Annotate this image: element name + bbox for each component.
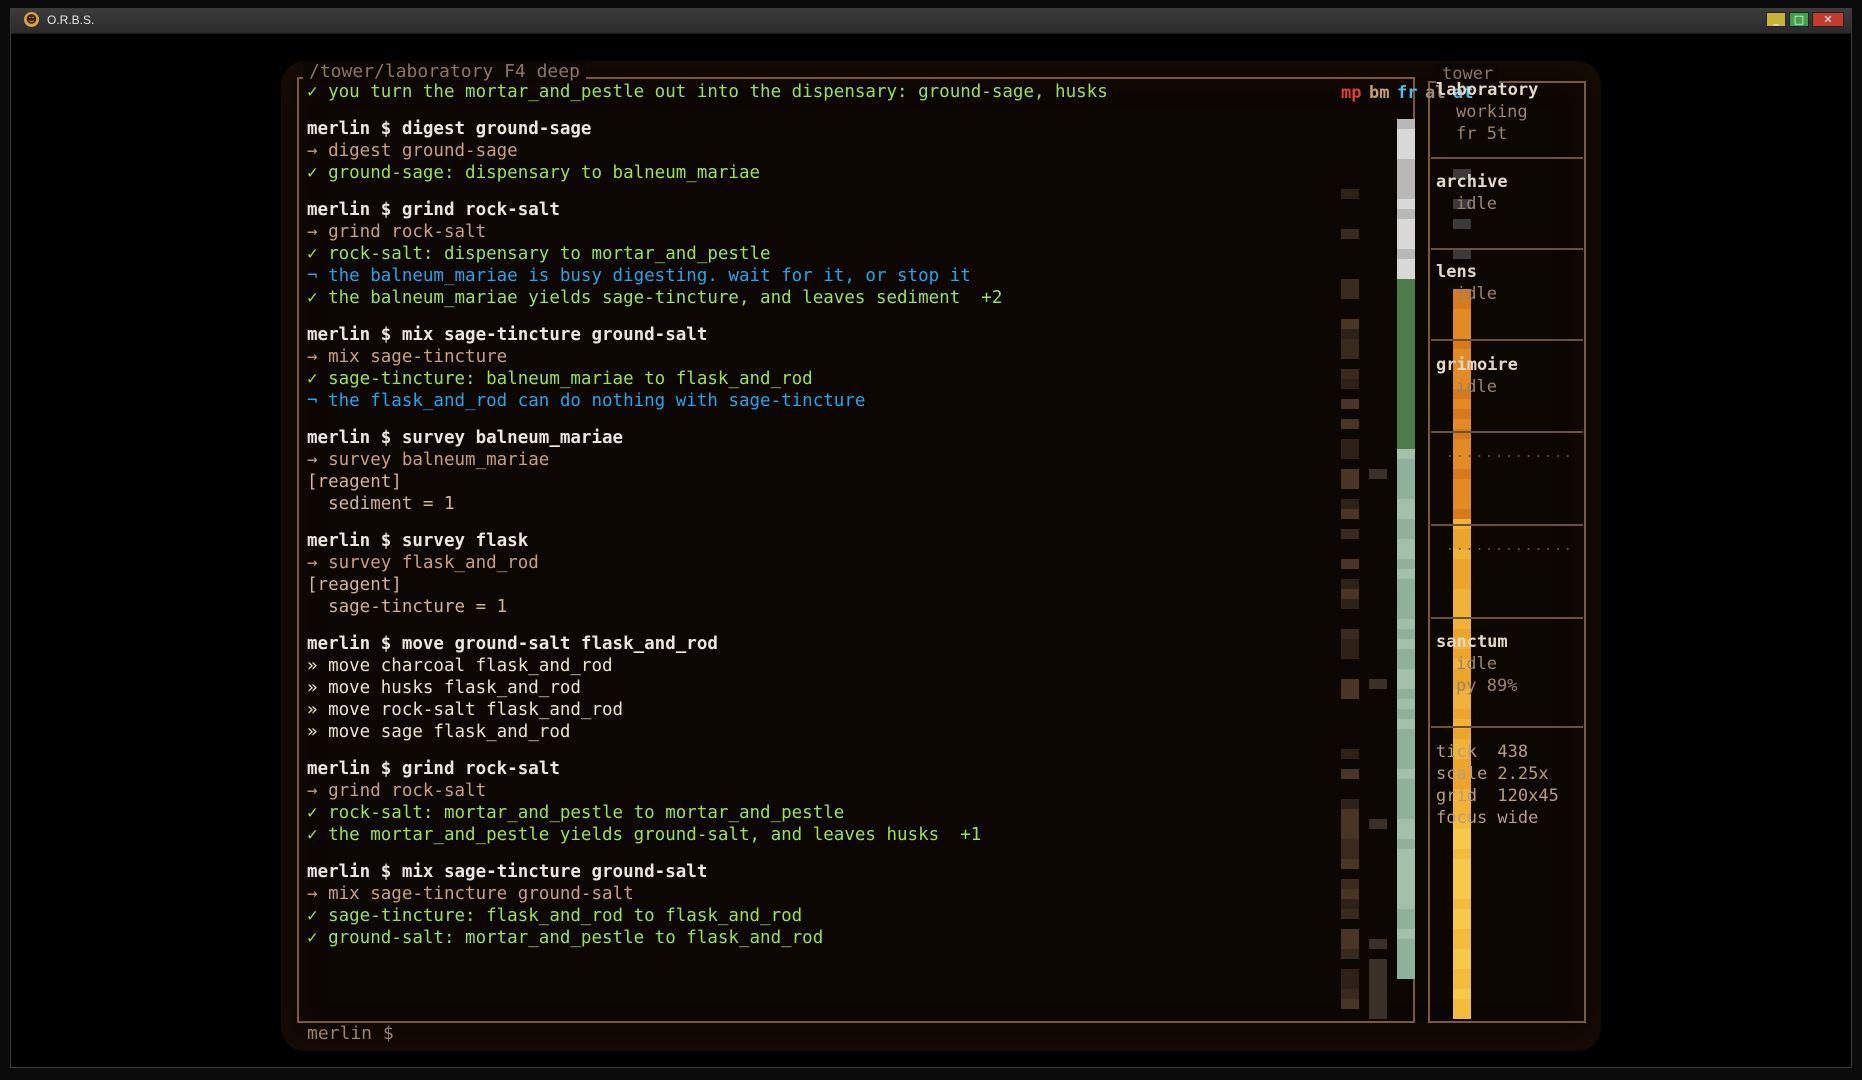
sidebar-empty-slot: ............. <box>1446 539 1574 554</box>
log-line-cmd: merlin $ grind rock-salt <box>307 759 560 779</box>
log-spacer <box>307 743 1247 758</box>
window-title: O.R.B.S. <box>47 13 95 27</box>
sidebar-section-status: fr 5t <box>1456 124 1508 144</box>
sidebar-section-title: grimoire <box>1436 355 1518 375</box>
log-line-plain: [reagent] <box>307 472 402 492</box>
terminal-screen: /tower/laboratory F4 deep tower ✓ you tu… <box>281 61 1601 1051</box>
log-line-move: » move rock-salt flask_and_rod <box>307 700 624 720</box>
log-spacer <box>307 846 1247 861</box>
sidebar-section-title: archive <box>1436 172 1508 192</box>
sidebar-section-title: sanctum <box>1436 632 1508 652</box>
close-button[interactable]: ✕ <box>1812 12 1844 27</box>
app-window: ☻ O.R.B.S. _ □ ✕ /tower/laboratory F4 de… <box>10 8 1852 1068</box>
log-line-ok: ✓ rock-salt: mortar_and_pestle to mortar… <box>307 803 845 823</box>
sidebar-empty-slot: ............. <box>1446 446 1574 461</box>
path-label: /tower/laboratory F4 deep <box>303 61 586 82</box>
log-spacer <box>307 515 1247 530</box>
meter-panel: mp bm fr al at <box>1341 83 1473 1019</box>
meter-column-bm <box>1369 119 1387 1019</box>
sidebar-section-title: laboratory <box>1436 80 1539 100</box>
log-spacer <box>307 618 1247 633</box>
app-icon: ☻ <box>24 12 39 27</box>
log-line-echo: → survey balneum_mariae <box>307 450 550 470</box>
stats-block: tick 438 scale 2.25x grid 120x45 focus wide <box>1436 741 1559 829</box>
meter-label-mp: mp <box>1341 83 1362 103</box>
log-spacer <box>307 412 1247 427</box>
minimize-button[interactable]: _ <box>1766 12 1786 27</box>
sidebar-section-archive[interactable]: archive idle <box>1436 171 1584 215</box>
stat-line: grid 120x45 <box>1436 786 1559 806</box>
sidebar-section-sanctum[interactable]: sanctum idle py 89% <box>1436 631 1584 697</box>
sidebar-divider <box>1431 157 1583 159</box>
sidebar-divider <box>1431 617 1583 619</box>
log-spacer <box>307 103 1247 118</box>
log-line-plain: [reagent] <box>307 575 402 595</box>
log-line-ok: ✓ you turn the mortar_and_pestle out int… <box>307 82 1108 102</box>
maximize-button[interactable]: □ <box>1789 12 1809 27</box>
log-line-move: » move charcoal flask_and_rod <box>307 656 613 676</box>
log-line-cmd: merlin $ grind rock-salt <box>307 200 560 220</box>
sidebar-divider <box>1431 339 1583 341</box>
log-line-ok: ✓ the mortar_and_pestle yields ground-sa… <box>307 825 982 845</box>
meter-column-al <box>1425 119 1443 1019</box>
log-line-plain: sage-tincture = 1 <box>307 597 508 617</box>
sidebar-section-laboratory[interactable]: laboratory working fr 5t <box>1436 79 1584 145</box>
sidebar-section-status: working <box>1456 102 1528 122</box>
sidebar-section-status: idle <box>1456 194 1497 214</box>
meter-column-mp <box>1341 119 1359 1019</box>
log-line-cmd: merlin $ move ground-salt flask_and_rod <box>307 634 718 654</box>
meter-label-fr: fr <box>1397 83 1418 103</box>
sidebar-section-title: lens <box>1436 262 1477 282</box>
log-line-echo: → grind rock-salt <box>307 781 487 801</box>
stat-line: scale 2.25x <box>1436 764 1549 784</box>
sidebar-divider <box>1431 248 1583 250</box>
log-line-ok: ✓ ground-salt: mortar_and_pestle to flas… <box>307 928 824 948</box>
log-line-echo: → mix sage-tincture <box>307 347 508 367</box>
sidebar-section-status: py 89% <box>1456 676 1518 696</box>
log-line-ok: ✓ ground-sage: dispensary to balneum_mar… <box>307 163 761 183</box>
sidebar-divider <box>1431 524 1583 526</box>
log-line-echo: → digest ground-sage <box>307 141 518 161</box>
log-line-warn: ¬ the balneum_mariae is busy digesting. … <box>307 266 971 286</box>
sidebar-section-status: idle <box>1456 654 1497 674</box>
log-line-move: » move husks flask_and_rod <box>307 678 581 698</box>
log-line-echo: → grind rock-salt <box>307 222 487 242</box>
log-line-cmd: merlin $ survey flask <box>307 531 529 551</box>
stat-line: focus wide <box>1436 808 1539 828</box>
log-line-warn: ¬ the flask_and_rod can do nothing with … <box>307 391 866 411</box>
log-line-cmd: merlin $ digest ground-sage <box>307 119 592 139</box>
log-line-plain: sediment = 1 <box>307 494 455 514</box>
log-output[interactable]: ✓ you turn the mortar_and_pestle out int… <box>307 81 1247 1021</box>
stat-line: tick 438 <box>1436 742 1529 762</box>
log-line-ok: ✓ sage-tincture: flask_and_rod to flask_… <box>307 906 803 926</box>
meter-column-fr <box>1397 119 1415 1019</box>
sidebar-section-status: idle <box>1456 377 1497 397</box>
sidebar-section-status: idle <box>1456 284 1497 304</box>
log-line-cmd: merlin $ mix sage-tincture ground-salt <box>307 862 708 882</box>
log-line-ok: ✓ sage-tincture: balneum_mariae to flask… <box>307 369 813 389</box>
sidebar-divider <box>1431 726 1583 728</box>
title-bar[interactable]: ☻ O.R.B.S. _ □ ✕ <box>11 9 1851 34</box>
sidebar-section-lens[interactable]: lens idle <box>1436 261 1584 305</box>
command-prompt[interactable]: merlin $ <box>307 1023 394 1044</box>
log-spacer <box>307 184 1247 199</box>
log-line-cmd: merlin $ survey balneum_mariae <box>307 428 624 448</box>
log-line-echo: → mix sage-tincture ground-salt <box>307 884 634 904</box>
log-line-ok: ✓ rock-salt: dispensary to mortar_and_pe… <box>307 244 771 264</box>
log-line-cmd: merlin $ mix sage-tincture ground-salt <box>307 325 708 345</box>
log-line-echo: → survey flask_and_rod <box>307 553 539 573</box>
log-line-move: » move sage flask_and_rod <box>307 722 571 742</box>
meter-label-bm: bm <box>1369 83 1390 103</box>
meter-column-at <box>1453 119 1471 1019</box>
log-spacer <box>307 309 1247 324</box>
log-line-ok: ✓ the balneum_mariae yields sage-tinctur… <box>307 288 1003 308</box>
sidebar-section-grimoire[interactable]: grimoire idle <box>1436 354 1584 398</box>
sidebar-divider <box>1431 431 1583 433</box>
